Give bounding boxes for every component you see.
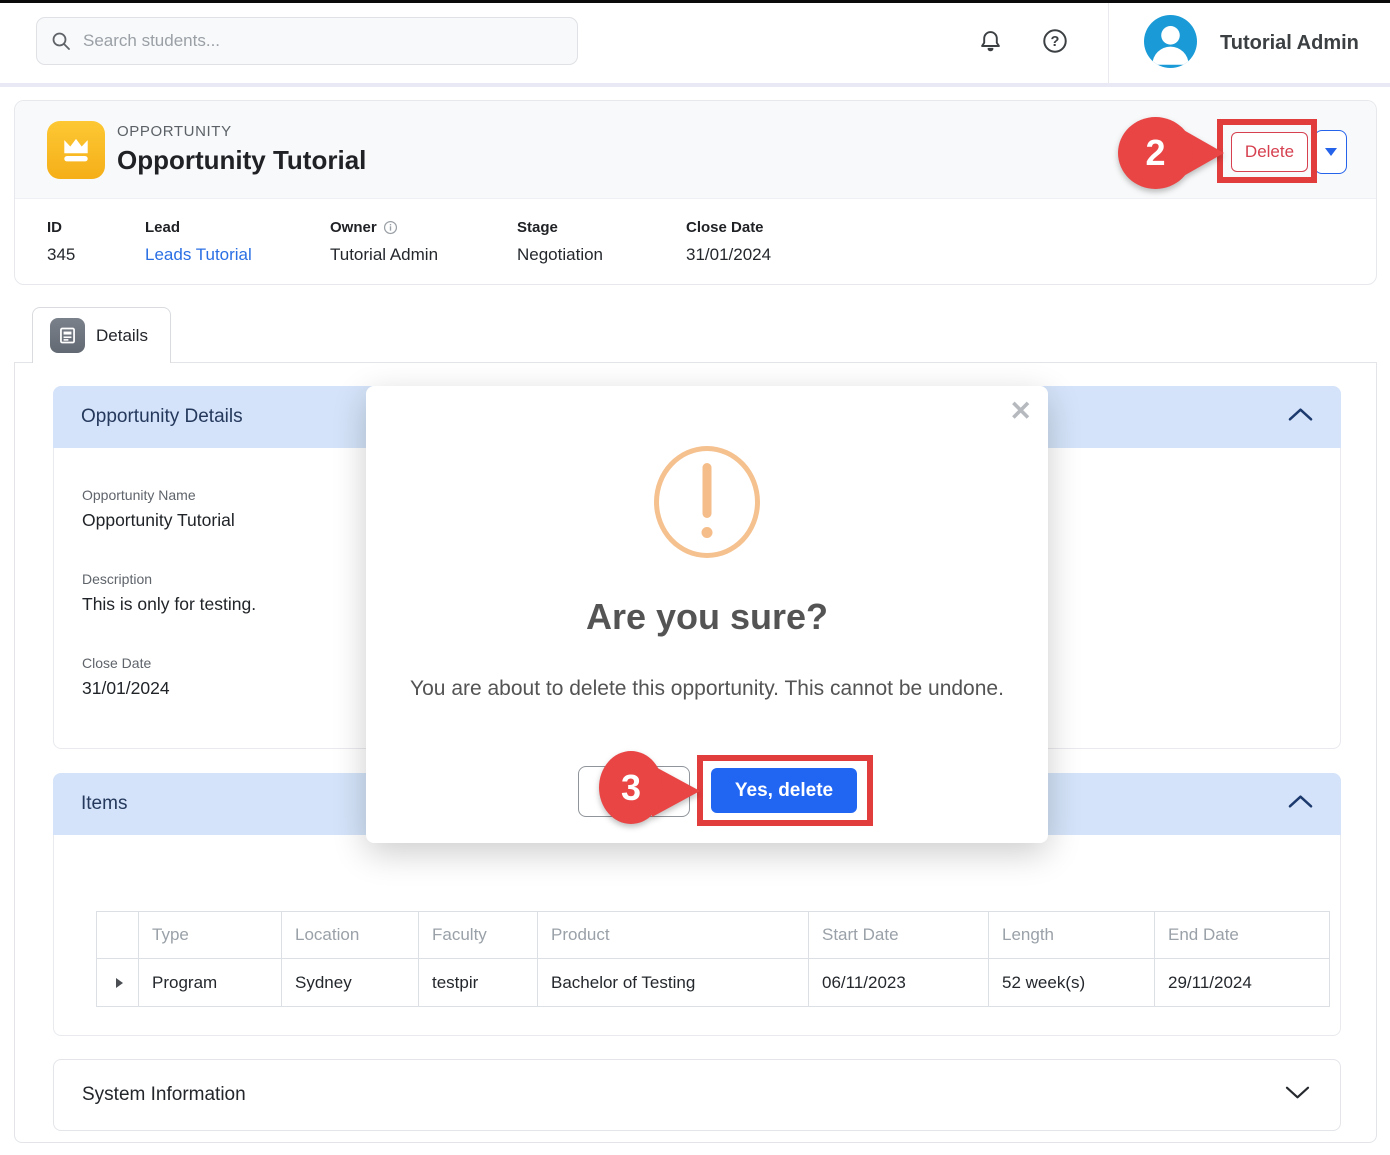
close-date-value: 31/01/2024 — [82, 678, 170, 699]
detail-close-date: Close Date 31/01/2024 — [82, 655, 170, 699]
search-box[interactable] — [36, 17, 578, 65]
page-title: Opportunity Tutorial — [117, 145, 366, 176]
svg-text:?: ? — [1051, 34, 1060, 50]
col-end-date: End Date — [1155, 912, 1329, 959]
confirm-delete-dialog: ✕ Are you sure? You are about to delete … — [366, 386, 1048, 843]
search-input[interactable] — [83, 31, 563, 51]
field-owner-label: Owner — [330, 219, 377, 236]
user-icon — [1144, 15, 1197, 68]
more-actions-button[interactable] — [1314, 130, 1347, 174]
detail-description: Description This is only for testing. — [82, 571, 256, 615]
warning-exclamation-dot — [702, 527, 713, 538]
opportunity-name-value: Opportunity Tutorial — [82, 510, 235, 531]
field-close-date-label: Close Date — [686, 219, 771, 236]
user-name[interactable]: Tutorial Admin — [1220, 3, 1359, 83]
field-lead: Lead Leads Tutorial — [145, 219, 252, 265]
collapse-chevron-up-icon[interactable] — [1288, 795, 1313, 814]
col-type: Type — [139, 912, 282, 959]
topbar: ? Tutorial Admin — [0, 3, 1390, 83]
col-expander — [97, 912, 139, 959]
close-icon[interactable]: ✕ — [1009, 398, 1032, 425]
entity-type-label: OPPORTUNITY — [117, 123, 232, 140]
delete-button[interactable]: Delete — [1231, 132, 1308, 172]
description-label: Description — [82, 571, 256, 587]
crown-icon — [58, 132, 94, 168]
record-header-card: OPPORTUNITY Opportunity Tutorial Delete … — [14, 100, 1377, 285]
col-faculty: Faculty — [419, 912, 538, 959]
field-owner-value: Tutorial Admin — [330, 245, 438, 265]
document-icon — [57, 325, 78, 346]
field-stage-value: Negotiation — [517, 245, 603, 265]
lead-link[interactable]: Leads Tutorial — [145, 245, 252, 265]
details-tab-label: Details — [96, 326, 148, 346]
field-owner: Owner Tutorial Admin — [330, 219, 438, 265]
window-top-edge — [0, 0, 1390, 3]
row-product: Bachelor of Testing — [538, 959, 809, 1006]
avatar[interactable] — [1144, 15, 1197, 68]
row-start-date: 06/11/2023 — [809, 959, 989, 1006]
help-icon: ? — [1041, 27, 1069, 55]
search-icon — [51, 31, 71, 51]
topbar-bottom-strip — [0, 83, 1390, 87]
row-end-date: 29/11/2024 — [1155, 959, 1329, 1006]
help-button[interactable]: ? — [1040, 26, 1070, 56]
record-header-band: OPPORTUNITY Opportunity Tutorial Delete — [15, 101, 1376, 199]
field-id-value: 345 — [47, 245, 75, 265]
description-value: This is only for testing. — [82, 594, 256, 615]
field-stage: Stage Negotiation — [517, 219, 603, 265]
system-information-panel[interactable]: System Information — [53, 1059, 1341, 1131]
col-start-date: Start Date — [809, 912, 989, 959]
col-location: Location — [282, 912, 419, 959]
expand-chevron-down-icon[interactable] — [1285, 1086, 1310, 1105]
field-id: ID 345 — [47, 219, 75, 265]
close-date-label: Close Date — [82, 655, 170, 671]
row-length: 52 week(s) — [989, 959, 1155, 1006]
field-close-date-value: 31/01/2024 — [686, 245, 771, 265]
bell-icon — [977, 28, 1004, 55]
items-panel-title: Items — [81, 793, 127, 815]
collapse-chevron-up-icon[interactable] — [1288, 408, 1313, 427]
topbar-divider — [1108, 3, 1109, 83]
opportunity-name-label: Opportunity Name — [82, 487, 235, 503]
field-id-label: ID — [47, 219, 75, 236]
row-type: Program — [139, 959, 282, 1006]
row-expander-cell — [97, 959, 139, 1006]
opportunity-details-title: Opportunity Details — [81, 406, 243, 428]
items-table: Type Location Faculty Product Start Date… — [96, 911, 1330, 1007]
col-length: Length — [989, 912, 1155, 959]
dialog-message: You are about to delete this opportunity… — [397, 674, 1017, 704]
field-stage-label: Stage — [517, 219, 603, 236]
field-close-date: Close Date 31/01/2024 — [686, 219, 771, 265]
opportunity-icon — [47, 121, 105, 179]
row-location: Sydney — [282, 959, 419, 1006]
confirm-delete-button[interactable]: Yes, delete — [711, 768, 857, 813]
warning-exclamation-bar — [703, 463, 712, 518]
detail-opportunity-name: Opportunity Name Opportunity Tutorial — [82, 487, 235, 531]
cancel-button[interactable] — [578, 766, 690, 817]
expand-row-icon[interactable] — [116, 978, 123, 988]
system-information-title: System Information — [82, 1084, 246, 1106]
field-lead-label: Lead — [145, 219, 252, 236]
dialog-title: Are you sure? — [366, 596, 1048, 638]
chevron-down-icon — [1325, 148, 1337, 156]
items-panel-body: Type Location Faculty Product Start Date… — [53, 835, 1341, 1036]
info-icon[interactable] — [383, 220, 398, 235]
notifications-button[interactable] — [975, 26, 1005, 56]
col-product: Product — [538, 912, 809, 959]
details-tab-icon — [50, 318, 85, 353]
row-faculty: testpir — [419, 959, 538, 1006]
tab-details[interactable]: Details — [32, 307, 171, 363]
